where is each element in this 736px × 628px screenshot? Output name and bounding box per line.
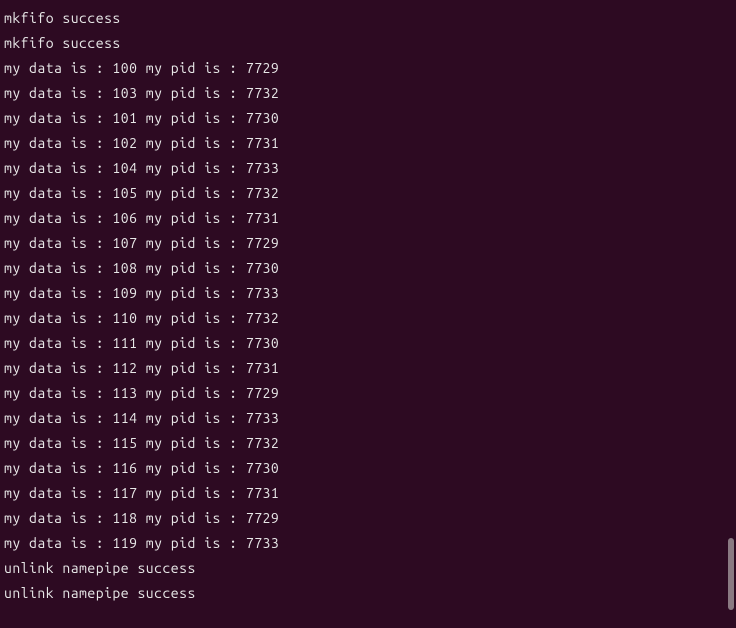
output-line: my data is : 117 my pid is : 7731: [4, 481, 732, 506]
output-line: my data is : 104 my pid is : 7733: [4, 156, 732, 181]
output-line: my data is : 112 my pid is : 7731: [4, 356, 732, 381]
output-line: mkfifo success: [4, 6, 732, 31]
scrollbar-thumb[interactable]: [728, 538, 734, 610]
output-line: my data is : 105 my pid is : 7732: [4, 181, 732, 206]
output-line: my data is : 110 my pid is : 7732: [4, 306, 732, 331]
output-line: unlink namepipe success: [4, 581, 732, 606]
output-line: my data is : 113 my pid is : 7729: [4, 381, 732, 406]
output-line: my data is : 118 my pid is : 7729: [4, 506, 732, 531]
output-line: my data is : 119 my pid is : 7733: [4, 531, 732, 556]
output-line: my data is : 114 my pid is : 7733: [4, 406, 732, 431]
output-line: my data is : 106 my pid is : 7731: [4, 206, 732, 231]
terminal-output: mkfifo success mkfifo success my data is…: [4, 6, 732, 606]
output-line: my data is : 103 my pid is : 7732: [4, 81, 732, 106]
output-line: my data is : 102 my pid is : 7731: [4, 131, 732, 156]
output-line: my data is : 101 my pid is : 7730: [4, 106, 732, 131]
output-line: my data is : 116 my pid is : 7730: [4, 456, 732, 481]
output-line: unlink namepipe success: [4, 556, 732, 581]
output-line: my data is : 111 my pid is : 7730: [4, 331, 732, 356]
output-line: mkfifo success: [4, 31, 732, 56]
scrollbar[interactable]: [726, 0, 734, 628]
output-line: my data is : 100 my pid is : 7729: [4, 56, 732, 81]
output-line: my data is : 115 my pid is : 7732: [4, 431, 732, 456]
output-line: my data is : 109 my pid is : 7733: [4, 281, 732, 306]
output-line: my data is : 108 my pid is : 7730: [4, 256, 732, 281]
output-line: my data is : 107 my pid is : 7729: [4, 231, 732, 256]
